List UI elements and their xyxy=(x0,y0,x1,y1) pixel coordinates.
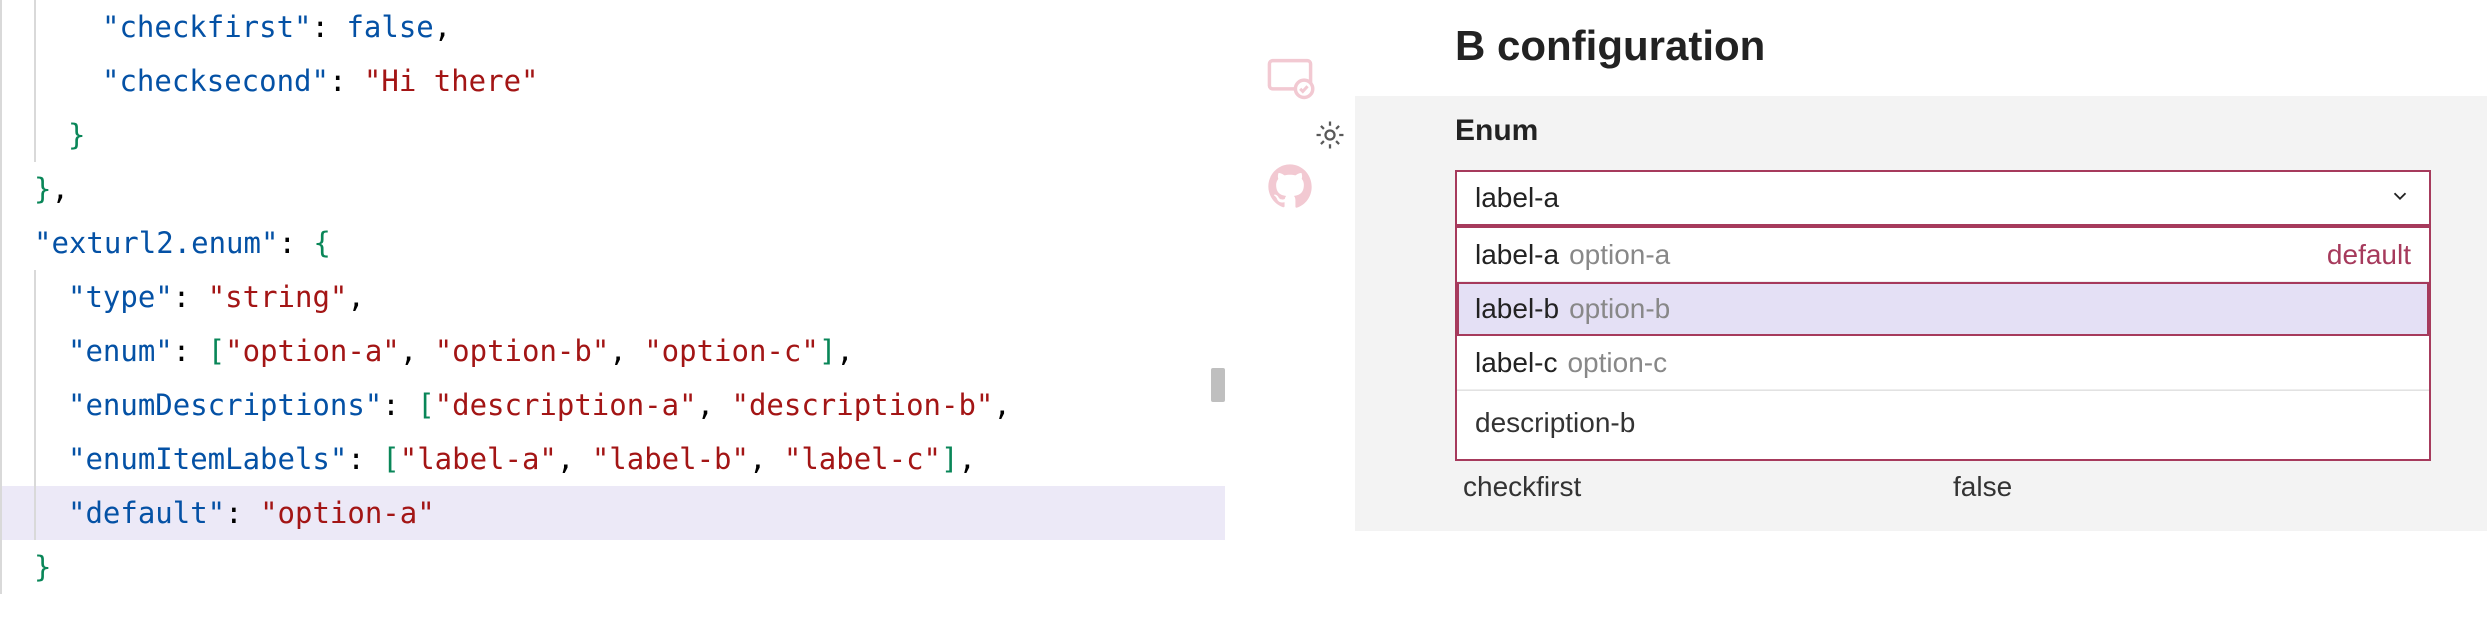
activity-rail xyxy=(1225,0,1355,632)
enum-option-b[interactable]: label-b option-b xyxy=(1457,282,2429,336)
summary-value: false xyxy=(1953,471,2012,503)
enum-dropdown: label-a option-a default label-b option-… xyxy=(1455,226,2431,461)
option-value: option-b xyxy=(1569,293,1670,325)
enum-option-a[interactable]: label-a option-a default xyxy=(1457,228,2429,282)
json-key: "enum" xyxy=(68,324,173,378)
option-label: label-c xyxy=(1475,347,1557,379)
code-lines: "checkfirst" : false , "checksecond" : "… xyxy=(0,0,1225,594)
json-string: "Hi there" xyxy=(364,54,539,108)
settings-section: Enum label-a label-a option-a default xyxy=(1355,96,2487,531)
remote-icon[interactable] xyxy=(1264,52,1316,104)
app-root: "checkfirst" : false , "checksecond" : "… xyxy=(0,0,2487,632)
enum-option-description: description-b xyxy=(1457,390,2429,459)
option-default-tag: default xyxy=(2327,239,2411,271)
option-label: label-b xyxy=(1475,293,1559,325)
brace: { xyxy=(313,216,330,270)
json-key: "enumDescriptions" xyxy=(68,378,382,432)
json-key: "exturl2.enum" xyxy=(34,216,278,270)
enum-selected-label: label-a xyxy=(1475,182,1559,214)
settings-title: B configuration xyxy=(1355,22,2487,70)
bracket: [ xyxy=(382,432,399,486)
gear-icon[interactable] xyxy=(1313,118,1347,159)
code-line[interactable]: "checksecond" : "Hi there" xyxy=(0,54,1225,108)
json-string: "option-a" xyxy=(260,486,435,540)
brace: } xyxy=(68,108,85,162)
enum-select[interactable]: label-a xyxy=(1455,170,2431,226)
settings-pane: B configuration Enum label-a xyxy=(1355,0,2487,632)
code-line[interactable]: } , xyxy=(0,162,1225,216)
json-key: "enumItemLabels" xyxy=(68,432,347,486)
code-line[interactable]: "checkfirst" : false , xyxy=(0,0,1225,54)
code-line[interactable]: "enumItemLabels" : [ "label-a" , "label-… xyxy=(0,432,1225,486)
code-line[interactable]: "type" : "string" , xyxy=(0,270,1225,324)
code-line[interactable]: } xyxy=(0,540,1225,594)
enum-option-c[interactable]: label-c option-c xyxy=(1457,336,2429,390)
bracket: [ xyxy=(208,324,225,378)
chevron-down-icon xyxy=(2389,182,2411,214)
option-value: option-a xyxy=(1569,239,1670,271)
code-line[interactable]: "enum" : [ "option-a" , "option-b" , "op… xyxy=(0,324,1225,378)
brace: } xyxy=(34,540,51,594)
summary-key: checkfirst xyxy=(1463,471,1953,503)
json-key: "type" xyxy=(68,270,173,324)
bracket: ] xyxy=(819,324,836,378)
code-line[interactable]: "enumDescriptions" : [ "description-a" ,… xyxy=(0,378,1225,432)
github-icon[interactable] xyxy=(1264,160,1316,212)
json-key: "checkfirst" xyxy=(102,0,312,54)
option-value: option-c xyxy=(1567,347,1667,379)
code-line[interactable]: "exturl2.enum" : { xyxy=(0,216,1225,270)
bracket: [ xyxy=(417,378,434,432)
option-label: label-a xyxy=(1475,239,1559,271)
json-key: "default" xyxy=(68,486,225,540)
json-key: "checksecond" xyxy=(102,54,329,108)
brace: } xyxy=(34,162,51,216)
bracket: ] xyxy=(941,432,958,486)
setting-name: Enum xyxy=(1455,114,2431,148)
setting-summary-row: checkfirst false xyxy=(1455,461,2431,503)
scrollbar-thumb[interactable] xyxy=(1211,368,1225,402)
editor-scrollbar[interactable] xyxy=(1211,0,1225,632)
code-line-active[interactable]: "default" : "option-a" xyxy=(0,486,1225,540)
json-bool: false xyxy=(346,0,433,54)
code-line[interactable]: } xyxy=(0,108,1225,162)
json-string: "string" xyxy=(208,270,348,324)
code-editor[interactable]: "checkfirst" : false , "checksecond" : "… xyxy=(0,0,1225,632)
